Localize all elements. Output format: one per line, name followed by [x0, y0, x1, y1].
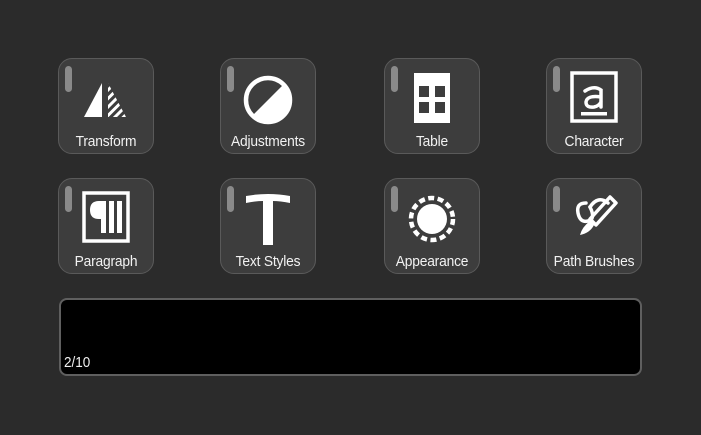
- tile-table[interactable]: Table: [384, 58, 480, 154]
- tile-label: Table: [415, 133, 449, 150]
- tile-path-brushes[interactable]: Path Brushes: [546, 178, 642, 274]
- page-indicator: 2/10: [64, 354, 91, 371]
- tile-transform[interactable]: Transform: [58, 58, 154, 154]
- tile-label: Transform: [75, 133, 137, 150]
- status-indicator: [553, 66, 560, 92]
- text-styles-icon: [238, 189, 298, 249]
- status-indicator: [227, 186, 234, 212]
- tile-label: Paragraph: [74, 253, 138, 270]
- paragraph-icon: [76, 189, 136, 249]
- status-indicator: [227, 66, 234, 92]
- tile-adjustments[interactable]: Adjustments: [220, 58, 316, 154]
- tile-text-styles[interactable]: Text Styles: [220, 178, 316, 274]
- transform-icon: [76, 69, 136, 129]
- status-indicator: [391, 66, 398, 92]
- tile-label: Text Styles: [235, 253, 301, 270]
- tile-appearance[interactable]: Appearance: [384, 178, 480, 274]
- tile-paragraph[interactable]: Paragraph: [58, 178, 154, 274]
- status-indicator: [65, 186, 72, 212]
- character-icon: [564, 69, 624, 129]
- table-icon: [402, 69, 462, 129]
- path-brushes-icon: [564, 189, 624, 249]
- status-indicator: [391, 186, 398, 212]
- status-display: 2/10: [59, 298, 642, 376]
- tile-character[interactable]: Character: [546, 58, 642, 154]
- status-indicator: [65, 66, 72, 92]
- status-indicator: [553, 186, 560, 212]
- tile-label: Path Brushes: [553, 253, 635, 270]
- tile-label: Appearance: [395, 253, 469, 270]
- appearance-icon: [402, 189, 462, 249]
- tile-label: Adjustments: [231, 133, 305, 150]
- adjustments-icon: [238, 69, 298, 129]
- tile-label: Character: [564, 133, 624, 150]
